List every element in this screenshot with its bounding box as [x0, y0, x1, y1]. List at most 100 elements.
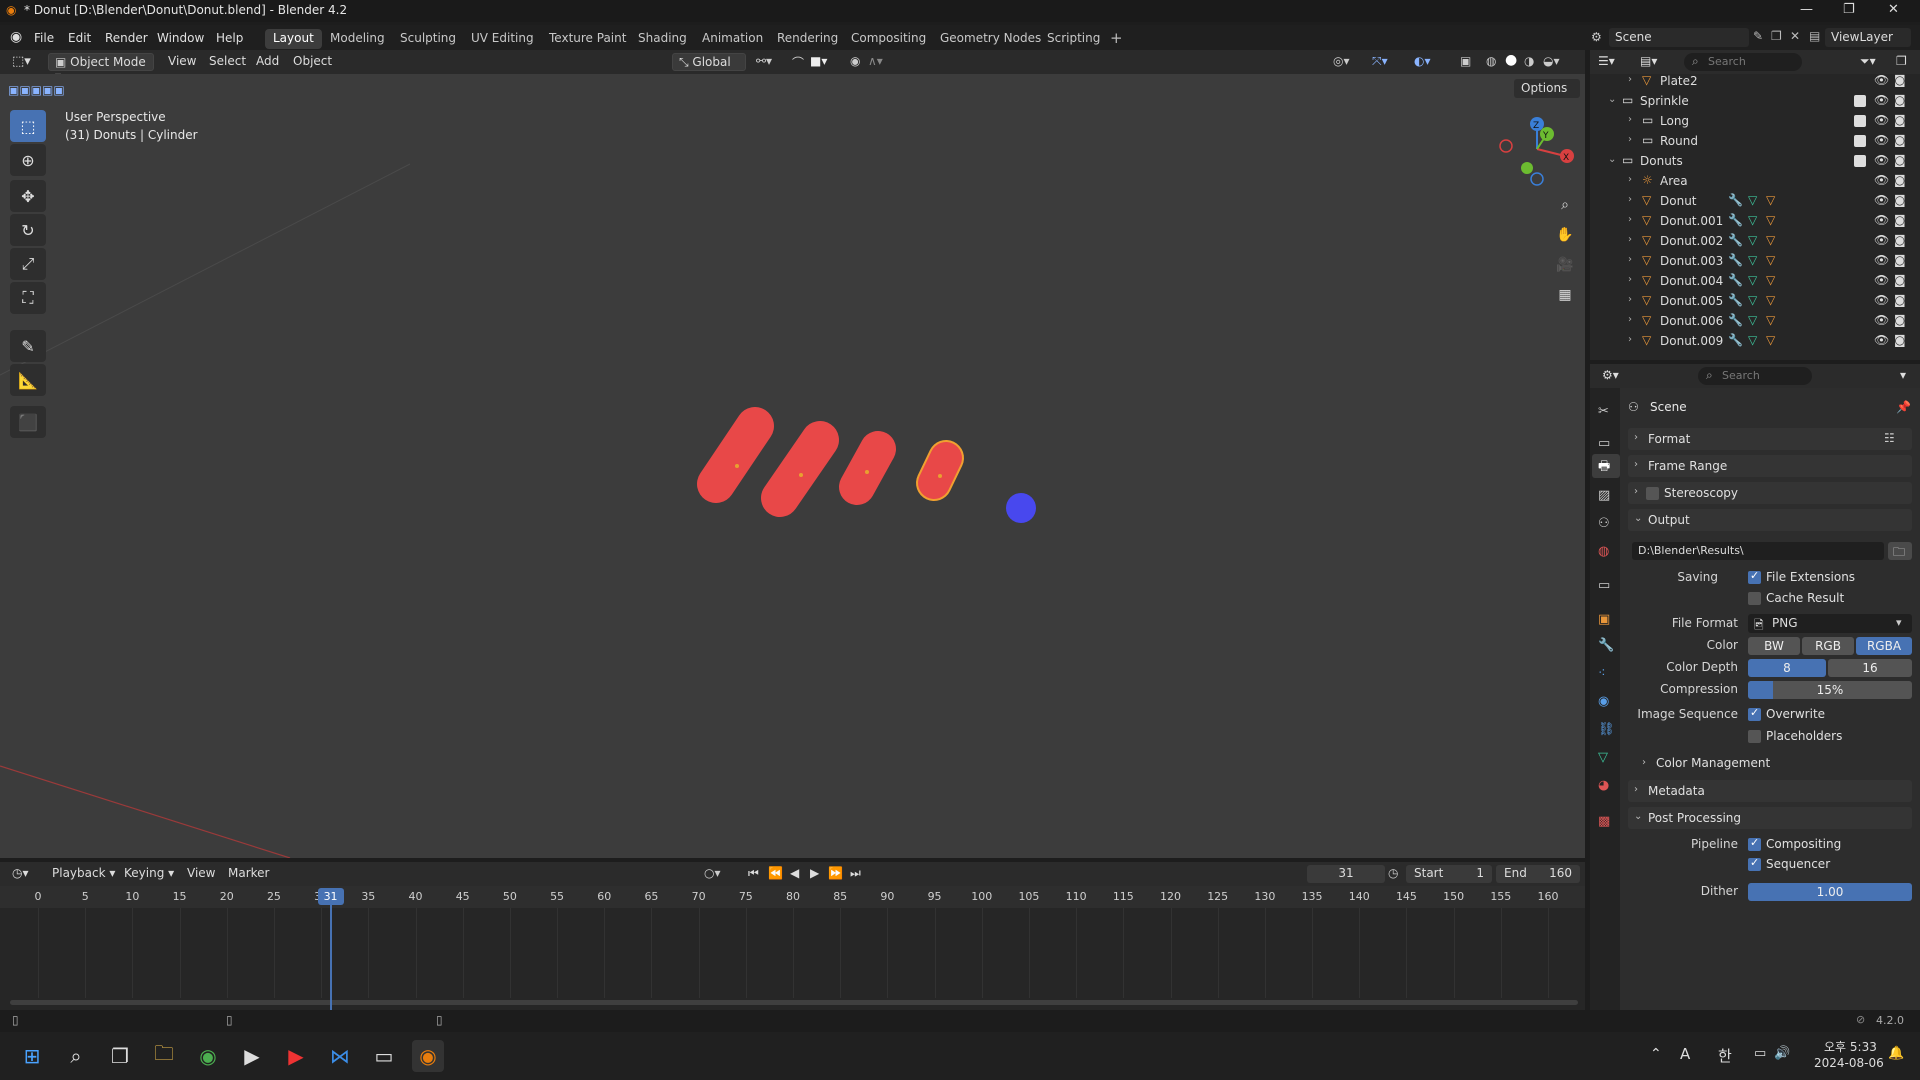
3d-viewport[interactable]: Z Y X ▣▣▣▣▣ ⬚ ⊕ ✥ ↻ ⤢ ⛶ ✎ 📐 ⬛ User Persp…	[0, 74, 1585, 858]
play-icon[interactable]: ▶	[810, 866, 819, 880]
file-format-dropdown[interactable]: 🖻 PNG ▾	[1748, 614, 1912, 633]
stereoscopy-checkbox[interactable]	[1646, 487, 1659, 500]
menu-select[interactable]: Select	[203, 53, 252, 71]
auto-key-icon[interactable]: ○▾	[704, 866, 721, 880]
object-tab-icon[interactable]: ▣	[1598, 612, 1610, 627]
transform-tool[interactable]: ⛶	[10, 282, 46, 314]
windows-start-icon[interactable]: ⊞	[16, 1040, 48, 1072]
jump-keyframe-forward-icon[interactable]: ⏩	[828, 866, 843, 880]
mesh-data-icon[interactable]: ▽	[1748, 253, 1757, 267]
render-camera-icon[interactable]: ◙	[1894, 253, 1906, 267]
restore-icon[interactable]: ❐	[1843, 2, 1855, 17]
color-rgba-option[interactable]: RGBA	[1856, 637, 1912, 655]
particle-icon[interactable]: ▽	[1766, 253, 1775, 267]
vscode-icon[interactable]: ⋈	[324, 1040, 356, 1072]
menu-window[interactable]: Window	[157, 31, 204, 45]
world-tab-icon[interactable]: ◍	[1598, 544, 1609, 559]
move-tool[interactable]: ✥	[10, 180, 46, 212]
tool-tab-icon[interactable]: ✂	[1598, 404, 1609, 419]
cursor-tool[interactable]: ⊕	[10, 144, 46, 176]
rotate-tool[interactable]: ↻	[10, 214, 46, 246]
render-camera-icon[interactable]: ◙	[1894, 113, 1906, 127]
sprinkle-selected[interactable]	[916, 440, 964, 501]
tab-compositing[interactable]: Compositing	[843, 29, 934, 49]
physics-tab-icon[interactable]: ◉	[1598, 694, 1609, 709]
outliner-search-input[interactable]: ⌕ Search	[1684, 53, 1802, 71]
dither-field[interactable]: 1.00	[1748, 883, 1912, 901]
navigation-gizmo[interactable]: Z Y X	[1499, 117, 1574, 186]
minimize-icon[interactable]: —	[1800, 2, 1813, 17]
particle-icon[interactable]: ▽	[1766, 193, 1775, 207]
render-camera-icon[interactable]: ◙	[1894, 313, 1906, 327]
outliner-editor-icon[interactable]: ☰▾	[1598, 54, 1615, 68]
presets-icon[interactable]: ☷	[1884, 431, 1895, 445]
play-reverse-icon[interactable]: ◀	[790, 866, 799, 880]
render-tab-icon[interactable]: ▭	[1598, 436, 1610, 451]
sprinkle-2[interactable]	[761, 421, 839, 517]
blue-sphere[interactable]	[1006, 493, 1036, 523]
tab-geometry-nodes[interactable]: Geometry Nodes	[932, 29, 1049, 49]
sprinkle-3[interactable]	[839, 431, 896, 505]
blender-taskbar-icon[interactable]: ◉	[412, 1040, 444, 1072]
outliner-row[interactable]: ⌄ ▭ Donuts 👁 ◙	[1590, 151, 1920, 171]
mode-selector[interactable]: ▣ Object Mode ▾	[48, 53, 154, 83]
collection-include-checkbox[interactable]	[1854, 135, 1866, 147]
editor-type-icon[interactable]: ⬚▾	[12, 54, 31, 69]
new-scene-icon[interactable]: ❐	[1771, 29, 1782, 43]
scene-selector[interactable]: Scene	[1609, 28, 1749, 47]
media-player-icon[interactable]: ▶	[236, 1040, 268, 1072]
eye-icon[interactable]: 👁	[1874, 233, 1889, 247]
tab-shading[interactable]: Shading	[630, 29, 695, 49]
timeline-area[interactable]	[0, 908, 1585, 1010]
properties-search-input[interactable]: ⌕ Search	[1698, 367, 1812, 385]
tray-overflow-icon[interactable]: ⌃	[1650, 1046, 1662, 1062]
chevron-right-icon[interactable]: ›	[1628, 194, 1632, 205]
proportional-edit-icon[interactable]: ◉	[850, 54, 860, 68]
tab-sculpting[interactable]: Sculpting	[392, 29, 464, 49]
timeline-scrollbar[interactable]	[10, 1000, 1578, 1005]
material-tab-icon[interactable]: ◕	[1598, 778, 1609, 793]
eye-icon[interactable]: 👁	[1874, 153, 1889, 167]
camera-view-icon[interactable]: 🎥	[1552, 252, 1578, 278]
color-depth-8-option[interactable]: 8	[1748, 659, 1826, 677]
collection-include-checkbox[interactable]	[1854, 115, 1866, 127]
chevron-down-icon[interactable]: ▾	[1900, 368, 1906, 382]
options-button[interactable]: Options	[1514, 79, 1580, 98]
menu-file[interactable]: File	[34, 31, 54, 45]
menu-view[interactable]: View	[162, 53, 202, 71]
file-extensions-checkbox[interactable]	[1748, 569, 1761, 584]
language-indicator[interactable]: 한	[1718, 1045, 1732, 1066]
eye-icon[interactable]: 👁	[1874, 173, 1889, 187]
chevron-right-icon[interactable]: ›	[1628, 214, 1632, 225]
collection-include-checkbox[interactable]	[1854, 95, 1866, 107]
current-frame-field[interactable]: 31	[1307, 865, 1385, 883]
mesh-data-icon[interactable]: ▽	[1748, 273, 1757, 287]
preview-range-icon[interactable]: ◷	[1388, 866, 1398, 880]
tab-modeling[interactable]: Modeling	[322, 29, 393, 49]
chevron-right-icon[interactable]: ›	[1628, 174, 1632, 185]
outliner-row[interactable]: › ▽ Donut.003 🔧 ▽ ▽ 👁 ◙	[1590, 251, 1920, 271]
particles-tab-icon[interactable]: ⁖	[1598, 666, 1606, 681]
timeline-ruler[interactable]: 0510152025303540455055606570758085909510…	[0, 886, 1585, 908]
output-tab[interactable]: 🖶	[1592, 454, 1620, 478]
pan-hand-icon[interactable]: ✋	[1552, 222, 1578, 248]
eye-icon[interactable]: 👁	[1874, 73, 1889, 87]
outliner-row[interactable]: › ▽ Donut.009 🔧 ▽ ▽ 👁 ◙	[1590, 331, 1920, 351]
rendered-shading-icon[interactable]: ◒▾	[1543, 54, 1560, 68]
menu-render[interactable]: Render	[105, 31, 148, 45]
selection-mode-icons[interactable]: ▣▣▣▣▣	[8, 83, 65, 97]
chevron-down-icon[interactable]: ⌄	[1608, 94, 1616, 105]
menu-add[interactable]: Add	[250, 53, 285, 71]
menu-edit[interactable]: Edit	[68, 31, 91, 45]
pin-icon[interactable]: 📌	[1896, 400, 1911, 414]
properties-editor-icon[interactable]: ⚙▾	[1602, 368, 1619, 382]
constraints-tab-icon[interactable]: ⛓	[1598, 722, 1615, 737]
clock-date[interactable]: 2024-08-06	[1814, 1056, 1884, 1070]
zoom-icon[interactable]: ⌕	[1552, 192, 1578, 218]
menu-help[interactable]: Help	[216, 31, 243, 45]
file-explorer-icon[interactable]: 🗀	[148, 1040, 180, 1072]
tab-animation[interactable]: Animation	[694, 29, 771, 49]
chevron-right-icon[interactable]: ›	[1628, 114, 1632, 125]
tab-rendering[interactable]: Rendering	[769, 29, 846, 49]
color-rgb-option[interactable]: RGB	[1802, 637, 1854, 655]
